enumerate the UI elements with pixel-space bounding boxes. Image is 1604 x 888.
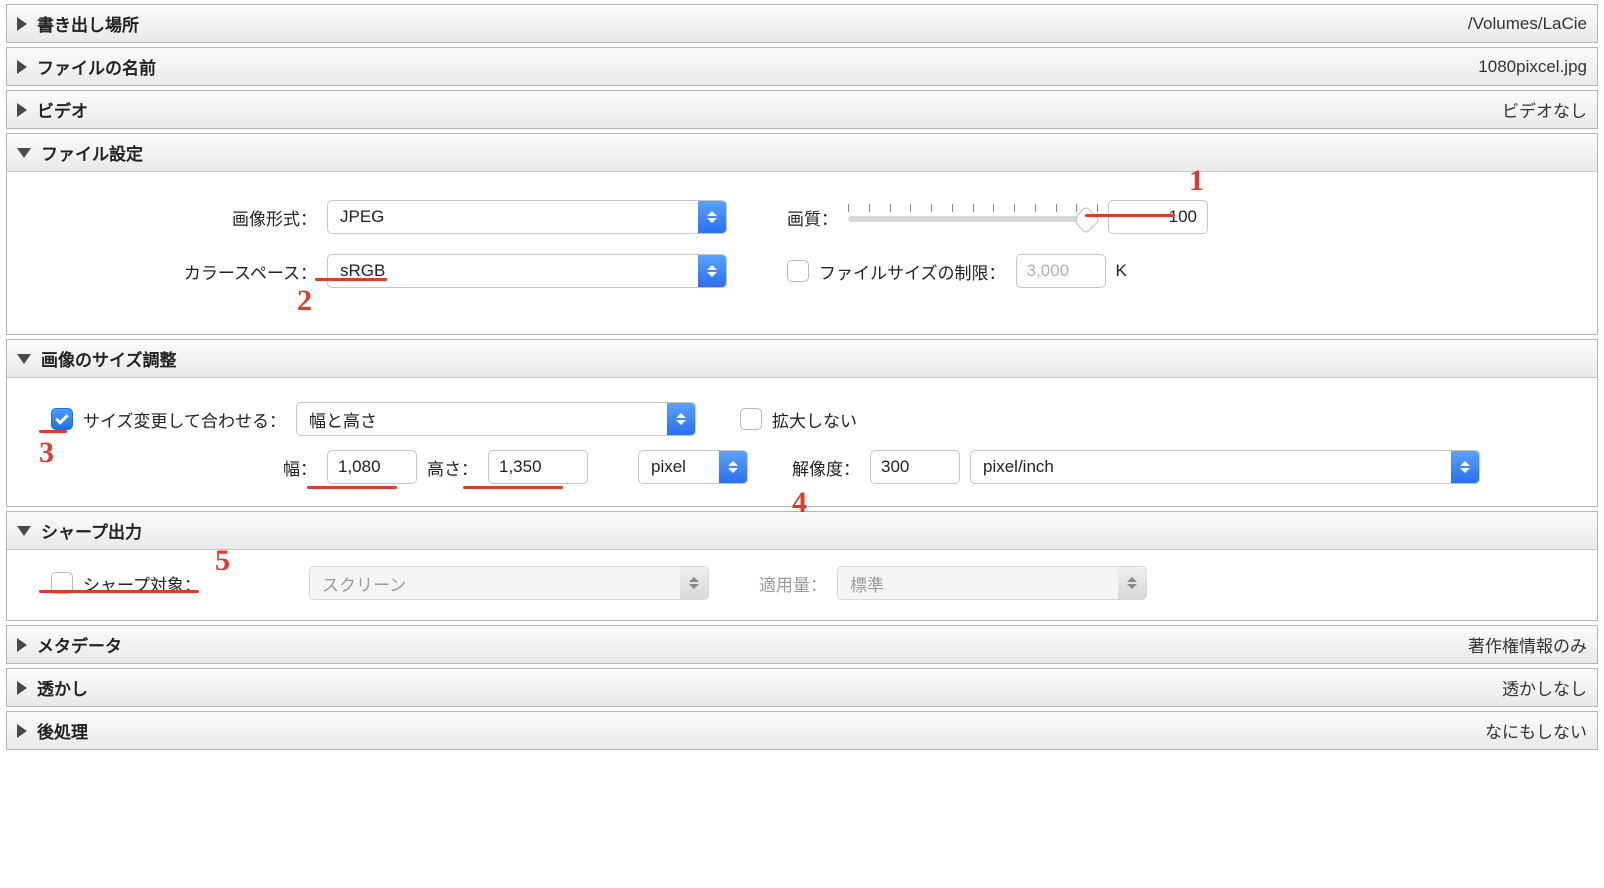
sharpen-header[interactable]: シャープ出力 xyxy=(7,512,1597,550)
file-name-title: ファイルの名前 xyxy=(37,54,156,79)
size-unit-value: pixel xyxy=(639,457,719,477)
post-process-header[interactable]: 後処理 なにもしない xyxy=(7,712,1597,749)
chevron-updown-icon xyxy=(680,567,708,599)
post-process-summary: なにもしない xyxy=(1485,718,1587,743)
chevron-down-icon xyxy=(17,148,31,158)
sharpen-amount-value: 標準 xyxy=(838,571,1118,596)
chevron-right-icon xyxy=(17,103,27,117)
annotation-5: 5 xyxy=(215,544,230,578)
color-space-label: カラースペース： xyxy=(27,259,317,284)
quality-input[interactable] xyxy=(1108,200,1208,234)
file-name-header[interactable]: ファイルの名前 1080pixcel.jpg xyxy=(7,48,1597,85)
export-location-header[interactable]: 書き出し場所 /Volumes/LaCie xyxy=(7,5,1597,42)
resize-mode-select[interactable]: 幅と高さ xyxy=(296,402,696,436)
chevron-right-icon xyxy=(17,60,27,74)
file-name-summary: 1080pixcel.jpg xyxy=(1478,57,1587,77)
limit-filesize-checkbox[interactable] xyxy=(787,260,809,282)
limit-filesize-input[interactable] xyxy=(1016,254,1106,288)
watermark-summary: 透かしなし xyxy=(1502,675,1587,700)
quality-label: 画質： xyxy=(787,205,838,230)
chevron-updown-icon xyxy=(1118,567,1146,599)
video-header[interactable]: ビデオ ビデオなし xyxy=(7,91,1597,128)
export-location-summary: /Volumes/LaCie xyxy=(1468,14,1587,34)
file-settings-title: ファイル設定 xyxy=(41,140,143,165)
metadata-summary: 著作権情報のみ xyxy=(1468,632,1587,657)
sharpen-label: シャープ対象： xyxy=(83,571,201,596)
quality-slider[interactable] xyxy=(848,202,1098,232)
sharpen-amount-select: 標準 xyxy=(837,566,1147,600)
limit-filesize-unit: K xyxy=(1116,261,1127,281)
color-space-value: sRGB xyxy=(328,261,698,281)
check-icon xyxy=(55,411,68,424)
width-input[interactable] xyxy=(327,450,417,484)
limit-filesize-label: ファイルサイズの制限： xyxy=(819,259,1006,284)
sharpen-target-select: スクリーン xyxy=(309,566,709,600)
chevron-updown-icon xyxy=(698,201,726,233)
dont-enlarge-checkbox[interactable] xyxy=(740,408,762,430)
post-process-title: 後処理 xyxy=(37,718,88,743)
size-unit-select[interactable]: pixel xyxy=(638,450,748,484)
annotation-2: 2 xyxy=(297,284,312,318)
sharpen-target-value: スクリーン xyxy=(310,571,680,596)
chevron-updown-icon xyxy=(698,255,726,287)
file-settings-header[interactable]: ファイル設定 xyxy=(7,134,1597,172)
chevron-down-icon xyxy=(17,526,31,536)
chevron-updown-icon xyxy=(719,451,747,483)
chevron-updown-icon xyxy=(1451,451,1479,483)
resolution-input[interactable] xyxy=(870,450,960,484)
resolution-unit-value: pixel/inch xyxy=(971,457,1451,477)
watermark-title: 透かし xyxy=(37,675,88,700)
chevron-right-icon xyxy=(17,17,27,31)
height-label: 高さ： xyxy=(427,455,478,480)
resize-to-fit-label: サイズ変更して合わせる： xyxy=(83,407,286,432)
resize-to-fit-checkbox[interactable] xyxy=(51,408,73,430)
image-format-select[interactable]: JPEG xyxy=(327,200,727,234)
image-format-label: 画像形式： xyxy=(27,205,317,230)
height-input[interactable] xyxy=(488,450,588,484)
sharpen-checkbox[interactable] xyxy=(51,572,73,594)
chevron-right-icon xyxy=(17,724,27,738)
sharpen-title: シャープ出力 xyxy=(41,518,142,543)
width-label: 幅： xyxy=(27,455,317,480)
image-sizing-title: 画像のサイズ調整 xyxy=(41,346,177,371)
image-sizing-header[interactable]: 画像のサイズ調整 xyxy=(7,340,1597,378)
chevron-down-icon xyxy=(17,354,31,364)
video-summary: ビデオなし xyxy=(1502,97,1587,122)
video-title: ビデオ xyxy=(37,97,88,122)
chevron-updown-icon xyxy=(667,403,695,435)
chevron-right-icon xyxy=(17,638,27,652)
resize-mode-value: 幅と高さ xyxy=(297,407,667,432)
resolution-label: 解像度： xyxy=(792,455,860,480)
sharpen-amount-label: 適用量： xyxy=(759,571,827,596)
resolution-unit-select[interactable]: pixel/inch xyxy=(970,450,1480,484)
color-space-select[interactable]: sRGB xyxy=(327,254,727,288)
image-format-value: JPEG xyxy=(328,207,698,227)
metadata-header[interactable]: メタデータ 著作権情報のみ xyxy=(7,626,1597,663)
watermark-header[interactable]: 透かし 透かしなし xyxy=(7,669,1597,706)
chevron-right-icon xyxy=(17,681,27,695)
dont-enlarge-label: 拡大しない xyxy=(772,407,857,432)
export-location-title: 書き出し場所 xyxy=(37,11,139,36)
metadata-title: メタデータ xyxy=(37,632,122,657)
